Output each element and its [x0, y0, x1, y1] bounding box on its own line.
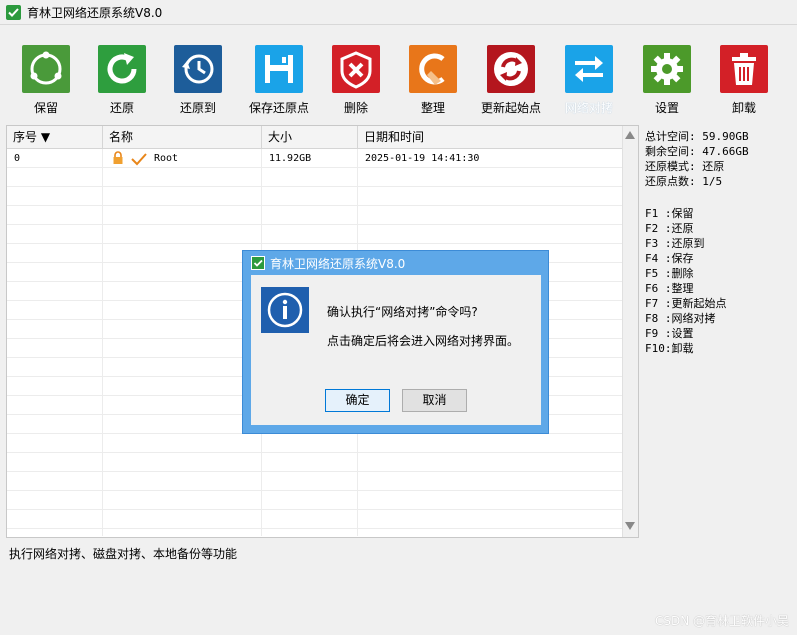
delete-label: 删除	[343, 101, 368, 115]
uninstall-button[interactable]: 卸载	[706, 40, 782, 116]
column-header-index[interactable]: 序号 ▼	[7, 126, 103, 148]
empty-row	[7, 206, 623, 225]
uninstall-label: 卸载	[731, 101, 756, 115]
list-header: 序号 ▼ 名称 大小 日期和时间	[7, 126, 623, 149]
check-icon	[131, 152, 147, 166]
watermark: CSDN @育林卫软件小吴	[654, 614, 789, 628]
trash-icon	[720, 45, 768, 93]
shortcut-item: F8 :网络对拷	[645, 312, 716, 325]
table-row[interactable]: 0 Root 11.92GB 2025-01-19 14:41:30	[7, 149, 623, 168]
delete-button[interactable]: 删除	[318, 40, 394, 116]
disk-info-panel: 总计空间: 59.90GB 剩余空间: 47.66GB 还原模式: 还原 还原点…	[645, 129, 795, 189]
column-header-datetime[interactable]: 日期和时间	[358, 126, 623, 148]
refresh-icon	[487, 45, 535, 93]
confirm-dialog: 育林卫网络还原系统V8.0 确认执行“网络对拷”命令吗? 点击确定后将会进入网络…	[242, 250, 549, 434]
title-bar: 育林卫网络还原系统V8.0	[0, 0, 797, 24]
vertical-scrollbar[interactable]	[622, 126, 638, 537]
app-title: 育林卫网络还原系统V8.0	[27, 6, 163, 20]
network-copy-button[interactable]: 网络对拷	[551, 40, 627, 116]
scroll-up-arrow-icon[interactable]	[625, 131, 635, 139]
dialog-message: 确认执行“网络对拷”命令吗?	[327, 305, 478, 319]
network-copy-label: 网络对拷	[564, 101, 613, 115]
dialog-title: 育林卫网络还原系统V8.0	[270, 257, 406, 271]
ok-button[interactable]: 确定	[325, 389, 390, 412]
organize-label: 整理	[420, 101, 445, 115]
empty-row	[7, 225, 623, 244]
save-restore-point-label: 保存还原点	[248, 101, 309, 115]
empty-row	[7, 510, 623, 529]
status-text: 执行网络对拷、磁盘对拷、本地备份等功能	[9, 547, 238, 561]
restore-to-label: 还原到	[179, 101, 216, 115]
save-restore-point-button[interactable]: 保存还原点	[241, 40, 317, 116]
row-name: Root	[154, 153, 179, 164]
shortcut-item: F7 :更新起始点	[645, 297, 727, 310]
dialog-body: 确认执行“网络对拷”命令吗? 点击确定后将会进入网络对拷界面。 确定 取消	[251, 275, 541, 425]
update-start-point-label: 更新起始点	[480, 101, 541, 115]
shortcut-item: F5 :删除	[645, 267, 694, 280]
column-header-name[interactable]: 名称	[103, 126, 262, 148]
floppy-icon	[255, 45, 303, 93]
restore-label: 还原	[109, 101, 134, 115]
row-datetime: 2025-01-19 14:41:30	[365, 153, 480, 164]
save-button[interactable]: 保留	[8, 40, 84, 116]
dialog-hint: 点击确定后将会进入网络对拷界面。	[327, 334, 520, 348]
shortcut-item: F3 :还原到	[645, 237, 705, 250]
dialog-logo-icon	[251, 256, 265, 270]
row-index: 0	[14, 153, 21, 164]
broom-icon	[409, 45, 457, 93]
update-start-point-button[interactable]: 更新起始点	[473, 40, 549, 116]
settings-button[interactable]: 设置	[629, 40, 705, 116]
shortcut-item: F10:卸载	[645, 342, 694, 355]
lock-icon	[111, 151, 125, 165]
free-space: 剩余空间: 47.66GB	[645, 145, 749, 158]
info-icon	[261, 287, 309, 333]
shortcut-item: F1 :保留	[645, 207, 694, 220]
empty-row	[7, 491, 623, 510]
empty-row	[7, 187, 623, 206]
scroll-down-arrow-icon[interactable]	[625, 522, 635, 530]
divider	[0, 24, 797, 25]
shortcut-list: F1 :保留 F2 :还原 F3 :还原到 F4 :保存 F5 :删除 F6 :…	[645, 206, 795, 356]
app-logo-icon	[6, 5, 21, 20]
row-size: 11.92GB	[269, 153, 312, 164]
shortcut-item: F4 :保存	[645, 252, 694, 265]
cancel-button[interactable]: 取消	[402, 389, 467, 412]
shortcut-item: F6 :整理	[645, 282, 694, 295]
empty-row	[7, 472, 623, 491]
gear-icon	[643, 45, 691, 93]
column-header-size[interactable]: 大小	[262, 126, 358, 148]
toolbar: 保留 还原 还原到 保存还原点 删除 整理 更新起始点 网络对拷 设置 卸载	[8, 40, 790, 116]
organize-button[interactable]: 整理	[395, 40, 471, 116]
history-icon	[174, 45, 222, 93]
restore-mode: 还原模式: 还原	[645, 160, 725, 173]
restore-icon	[98, 45, 146, 93]
total-space: 总计空间: 59.90GB	[645, 130, 749, 143]
restore-point-count: 还原点数: 1/5	[645, 175, 723, 188]
restore-button[interactable]: 还原	[84, 40, 160, 116]
shortcut-item: F9 :设置	[645, 327, 694, 340]
settings-label: 设置	[654, 101, 679, 115]
shortcut-item: F2 :还原	[645, 222, 694, 235]
save-label: 保留	[33, 101, 58, 115]
delete-icon	[332, 45, 380, 93]
restore-to-button[interactable]: 还原到	[160, 40, 236, 116]
empty-row	[7, 453, 623, 472]
transfer-icon	[565, 45, 613, 93]
save-point-icon	[22, 45, 70, 93]
empty-row	[7, 168, 623, 187]
empty-row	[7, 434, 623, 453]
